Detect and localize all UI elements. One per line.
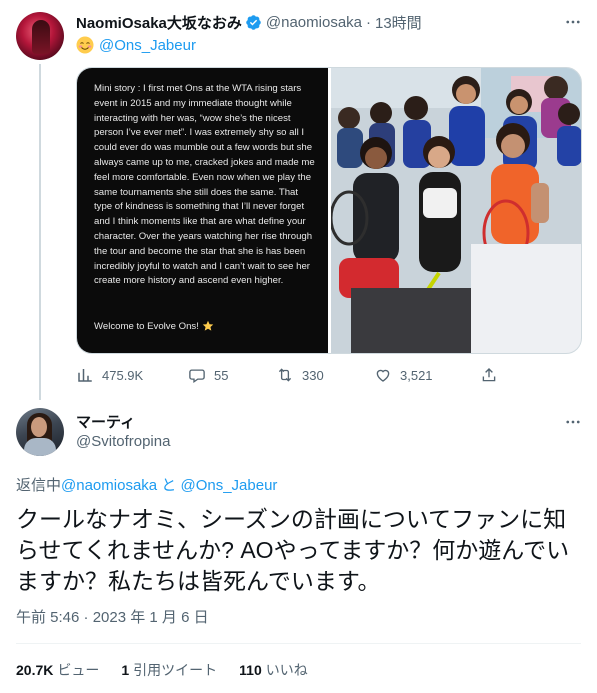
- views-action[interactable]: 475.9K: [76, 362, 143, 388]
- retweet-action[interactable]: 330: [276, 362, 324, 388]
- tweet-text: @Ons_Jabeur: [76, 34, 196, 56]
- reply-text: クールなナオミ、シーズンの計画についてファンに知らせてくれませんか? AOやって…: [16, 506, 570, 594]
- star-emoji-icon: [202, 320, 214, 331]
- views-chart-icon: [78, 369, 92, 382]
- separator-dot: ·: [366, 13, 371, 31]
- like-action[interactable]: 3,521: [374, 362, 433, 388]
- tweet-time[interactable]: 13時間: [375, 12, 422, 33]
- tweet-actions: 475.9K 55 330 3,521: [76, 362, 506, 388]
- replying-user-naomiosaka[interactable]: @naomiosaka: [61, 477, 157, 494]
- heart-icon: [376, 369, 390, 382]
- avatar-svitofropina[interactable]: [16, 408, 64, 456]
- more-options-icon[interactable]: [562, 12, 584, 32]
- verified-badge-icon: [246, 14, 261, 30]
- likes-stat-label[interactable]: いいね: [266, 660, 308, 680]
- like-count: 3,521: [400, 367, 433, 383]
- mention-link[interactable]: @Ons_Jabeur: [99, 37, 196, 54]
- author-name[interactable]: NaomiOsaka大坂なおみ: [76, 12, 242, 33]
- avatar-naomiosaka[interactable]: [16, 12, 64, 60]
- tweet-media[interactable]: Mini story : I first met Ons at the WTA …: [76, 67, 582, 354]
- likes-stat-count[interactable]: 110: [239, 662, 262, 678]
- tweet-reply: マーティ @Svitofropina 返信中@naomiosaka と @Ons…: [0, 398, 597, 693]
- tweet-naomiosaka[interactable]: NaomiOsaka大坂なおみ @naomiosaka · 13時間 @Ons_…: [0, 0, 597, 400]
- reply-author-name[interactable]: マーティ: [76, 411, 135, 432]
- tweet-header: NaomiOsaka大坂なおみ @naomiosaka · 13時間: [76, 12, 422, 32]
- reply-action[interactable]: 55: [188, 362, 228, 388]
- thread-connector: [39, 64, 41, 400]
- more-options-icon[interactable]: [562, 412, 584, 432]
- replying-prefix: 返信中: [16, 477, 62, 494]
- reply-timestamp[interactable]: 午前 5:46 · 2023 年 1 月 6 日: [16, 606, 209, 627]
- replying-to: 返信中@naomiosaka と @Ons_Jabeur: [16, 474, 277, 495]
- views-count: 475.9K: [102, 367, 144, 383]
- share-action[interactable]: [480, 362, 506, 388]
- replying-and: と: [157, 477, 181, 494]
- reply-bubble-icon: [189, 369, 205, 384]
- author-handle[interactable]: @naomiosaka: [266, 14, 362, 31]
- share-icon: [482, 368, 496, 382]
- views-stat-label: ビュー: [57, 662, 100, 678]
- quote-tweets-label[interactable]: 引用ツイート: [133, 660, 217, 680]
- replying-user-ons-jabeur[interactable]: @Ons_Jabeur: [180, 477, 277, 494]
- photo-image[interactable]: [331, 68, 581, 353]
- reply-stats: 20.7K ビュー 1 引用ツイート 110 いいね: [16, 656, 330, 684]
- story-welcome-text: Welcome to Evolve Ons!: [94, 320, 199, 332]
- views-stat-count[interactable]: 20.7K: [16, 662, 53, 678]
- group-photo-illustration: [331, 68, 581, 353]
- story-text: Mini story : I first met Ons at the WTA …: [94, 83, 315, 287]
- divider: [16, 643, 581, 644]
- quote-tweets-count[interactable]: 1: [121, 662, 129, 678]
- retweet-count: 330: [302, 367, 324, 383]
- reply-author-handle[interactable]: @Svitofropina: [76, 433, 170, 450]
- retweet-icon: [278, 368, 292, 382]
- story-welcome: Welcome to Evolve Ons!: [94, 320, 214, 332]
- story-image[interactable]: Mini story : I first met Ons at the WTA …: [77, 68, 328, 353]
- reply-count: 55: [214, 367, 229, 383]
- smiling-face-emoji-icon: [76, 36, 94, 54]
